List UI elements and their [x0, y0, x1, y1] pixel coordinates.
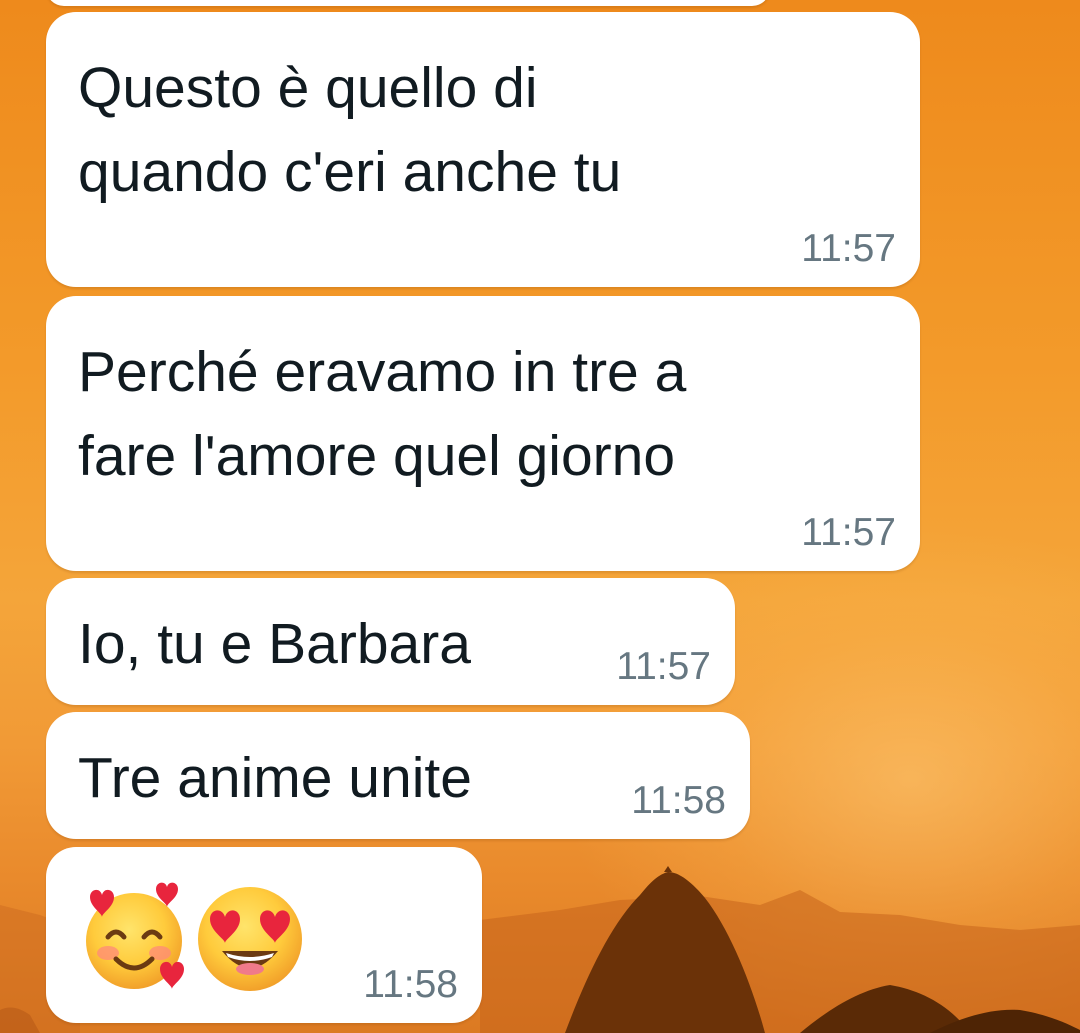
message-bubble[interactable]: Questo è quello di quando c'eri anche tu… [46, 12, 920, 287]
smiling-face-with-hearts-icon [86, 882, 184, 989]
heart-eyes-icon [198, 887, 302, 991]
message-bubble[interactable]: Tre anime unite 11:58 [46, 712, 750, 839]
message-timestamp: 11:57 [616, 645, 711, 688]
message-text: Tre anime unite [78, 746, 472, 810]
message-bubble[interactable]: 11:58 [46, 847, 482, 1023]
message-timestamp: 11:58 [631, 779, 726, 822]
message-text: Io, tu e Barbara [78, 612, 471, 676]
message-bubble[interactable]: Perché eravamo in tre a fare l'amore que… [46, 296, 920, 571]
message-text: Questo è quello di quando c'eri anche tu [78, 56, 622, 204]
message-bubble[interactable]: Io, tu e Barbara 11:57 [46, 578, 735, 705]
message-bubble-partial [46, 0, 770, 6]
message-text: Perché eravamo in tre a fare l'amore que… [78, 340, 687, 488]
message-timestamp: 11:57 [801, 511, 896, 554]
message-timestamp: 11:57 [801, 227, 896, 270]
message-timestamp: 11:58 [363, 963, 458, 1006]
